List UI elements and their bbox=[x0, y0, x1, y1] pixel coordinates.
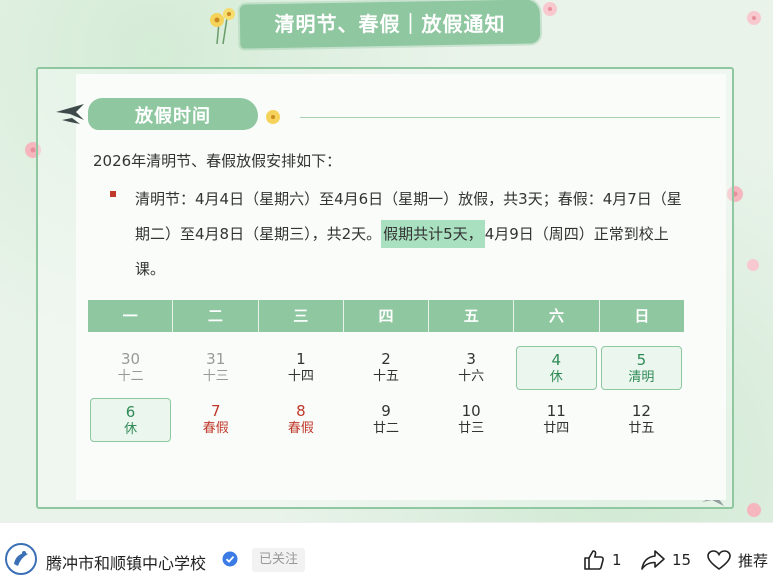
flower-icon bbox=[266, 110, 280, 124]
calendar-day: 3 十六 bbox=[431, 346, 512, 388]
calendar-day: 11 廿四 bbox=[516, 398, 597, 440]
day-lunar: 休 bbox=[124, 421, 138, 437]
recommend-button[interactable]: 推荐 bbox=[706, 546, 768, 574]
calendar-day: 4休 bbox=[515, 346, 597, 390]
section-divider bbox=[300, 117, 720, 118]
page-title: 清明节、春假｜放假通知 bbox=[274, 12, 506, 36]
day-number: 10 bbox=[461, 401, 481, 420]
intro-text: 2026年清明节、春假放假安排如下： bbox=[93, 152, 342, 170]
day-lunar: 廿二 bbox=[372, 420, 399, 436]
day-number: 30 bbox=[121, 349, 141, 368]
calendar-day: 2 十五 bbox=[345, 346, 426, 388]
calendar-day: 6休 bbox=[90, 398, 172, 442]
schedule-paragraph: 清明节：4月4日（星期六）至4月6日（星期一）放假，共3天；春假：4月7日（星期… bbox=[135, 182, 685, 287]
day-number: 7 bbox=[210, 401, 221, 420]
day-lunar: 清明 bbox=[628, 369, 655, 385]
flower-icon bbox=[210, 8, 235, 44]
share-count: 15 bbox=[672, 551, 692, 569]
weekday-label: 日 bbox=[634, 307, 650, 325]
day-lunar: 十四 bbox=[287, 368, 314, 384]
blossom-icon bbox=[747, 503, 761, 517]
thumbs-up-icon bbox=[584, 550, 604, 570]
calendar-day: 7 春假 bbox=[175, 398, 256, 440]
blossom-icon bbox=[747, 11, 761, 25]
share-icon bbox=[641, 550, 665, 570]
day-number: 31 bbox=[206, 349, 226, 368]
calendar-day: 9 廿二 bbox=[345, 398, 426, 440]
day-lunar: 十二 bbox=[117, 368, 144, 384]
day-lunar: 十三 bbox=[202, 368, 229, 384]
day-number: 2 bbox=[381, 349, 391, 368]
day-lunar: 十六 bbox=[458, 368, 485, 384]
calendar-day: 10 廿三 bbox=[431, 398, 512, 440]
blossom-icon bbox=[747, 259, 759, 271]
weekday-label: 三 bbox=[259, 300, 344, 332]
calendar-header: 一 二 三 四 五 六 日 bbox=[88, 300, 684, 332]
day-lunar: 春假 bbox=[287, 420, 314, 436]
weekday-label: 六 bbox=[514, 300, 600, 332]
calendar-day: 1 十四 bbox=[260, 346, 341, 388]
section-title: 放假时间 bbox=[135, 106, 211, 127]
bullet-icon bbox=[110, 191, 116, 197]
day-number: 3 bbox=[466, 349, 476, 368]
account-name[interactable]: 腾冲市和顺镇中心学校 bbox=[46, 550, 206, 574]
weekday-label: 二 bbox=[173, 300, 259, 332]
weekday-label: 一 bbox=[88, 300, 174, 332]
day-number: 9 bbox=[381, 401, 391, 420]
blossom-icon bbox=[543, 2, 557, 16]
school-logo-icon[interactable] bbox=[4, 542, 38, 576]
weekday-label: 四 bbox=[344, 300, 430, 332]
day-lunar: 十五 bbox=[372, 368, 399, 384]
day-number: 12 bbox=[631, 401, 651, 420]
like-button[interactable]: 1 bbox=[582, 546, 622, 574]
like-count: 1 bbox=[612, 551, 622, 569]
weekday-label: 五 bbox=[429, 300, 515, 332]
calendar-day: 30 十二 bbox=[90, 346, 171, 388]
day-lunar: 廿四 bbox=[543, 420, 570, 436]
day-lunar: 休 bbox=[549, 369, 563, 385]
share-button[interactable]: 15 bbox=[640, 546, 691, 574]
day-number: 1 bbox=[296, 349, 306, 368]
highlight-text: 假期共计5天， bbox=[381, 220, 485, 248]
recommend-label: 推荐 bbox=[738, 551, 769, 570]
verified-icon bbox=[222, 551, 238, 567]
day-lunar: 春假 bbox=[202, 420, 229, 436]
day-number: 11 bbox=[546, 401, 566, 420]
notice-poster: 清明节、春假｜放假通知 放假时间 2026年清明节、春假放假安排如下： 清明节：… bbox=[0, 0, 773, 522]
swallow-icon bbox=[56, 104, 84, 124]
calendar-day: 12 廿五 bbox=[601, 398, 682, 440]
day-number: 6 bbox=[125, 402, 136, 421]
calendar-day: 5 清明 bbox=[600, 346, 682, 390]
follow-button[interactable]: 已关注 bbox=[252, 548, 306, 572]
calendar-grid: 30 十二 31 十三 1 十四 2 十五 3 十六 4 休 5 清明 6 休 7 春假 8 春假 9 廿二 10 廿三 11 廿… bbox=[88, 346, 684, 442]
calendar-day: 31 十三 bbox=[175, 346, 256, 388]
day-lunar: 廿五 bbox=[628, 420, 655, 436]
heart-icon bbox=[707, 550, 731, 570]
day-number: 5 bbox=[636, 350, 647, 369]
day-number: 8 bbox=[296, 401, 306, 420]
day-lunar: 廿三 bbox=[458, 420, 485, 436]
calendar-day: 8 春假 bbox=[260, 398, 341, 440]
day-number: 4 bbox=[551, 350, 562, 369]
